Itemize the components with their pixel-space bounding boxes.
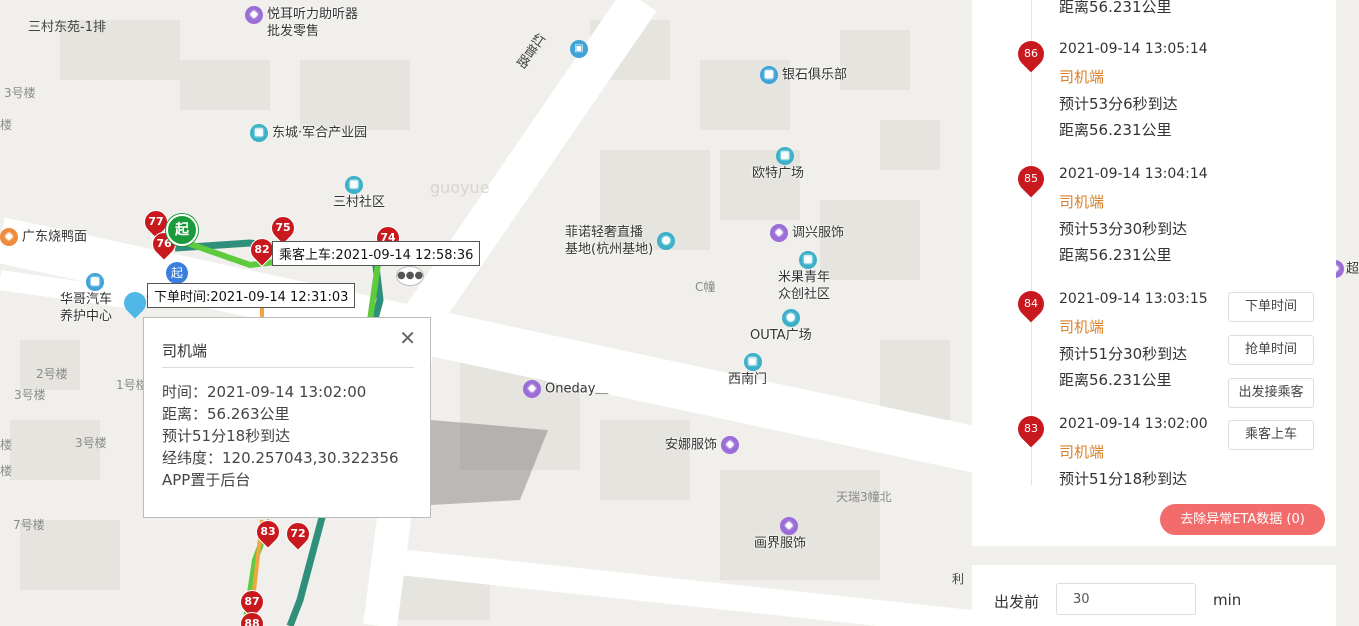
start-point-marker[interactable]: 起 xyxy=(166,262,188,284)
eta-marker: 83 xyxy=(1012,410,1050,448)
departure-setting-bar: 出发前 30 min xyxy=(972,565,1336,626)
building-label: 楼 xyxy=(0,464,13,478)
shop-icon: ◆ xyxy=(523,380,541,398)
poi-label[interactable]: 菲诺轻奢直播 基地(杭州基地)● xyxy=(565,224,676,258)
shop-icon: ◆ xyxy=(245,6,263,24)
popup-eta: 预计51分18秒到达 xyxy=(162,427,291,445)
building-label: C幢 xyxy=(695,280,716,294)
shop-icon: ◆ xyxy=(721,436,740,454)
entry-eta: 预计53分6秒到达 xyxy=(1059,95,1178,113)
building-label: 3号楼 xyxy=(14,388,46,402)
eta-marker: 84 xyxy=(1012,285,1050,323)
popup-coordinates: 经纬度：120.257043,30.322356 xyxy=(162,449,399,467)
bus-icon: ▣ xyxy=(570,40,588,58)
close-icon[interactable]: ✕ xyxy=(399,326,416,350)
entry-source: 司机端 xyxy=(1059,443,1105,461)
popup-distance: 距离：56.263公里 xyxy=(162,405,290,423)
building-label: 3号楼 xyxy=(4,86,36,100)
building-label: 楼 xyxy=(0,438,13,452)
start-marker[interactable]: 起 xyxy=(166,214,198,246)
poi-label[interactable]: ◆ 画界服饰 xyxy=(754,516,806,552)
poi-label[interactable]: ● OUTA广场 xyxy=(750,308,812,344)
eta-info-popup: 司机端 ✕ 时间：2021-09-14 13:02:00 距离：56.263公里… xyxy=(143,317,431,518)
poi-label[interactable]: ◆ 悦耳听力助听器 批发零售 xyxy=(245,6,358,40)
entry-time: 2021-09-14 13:05:14 xyxy=(1059,41,1208,57)
entry-distance: 距离56.231公里 xyxy=(1059,121,1172,139)
poi-label[interactable]: ▦ 东城·军合产业园 xyxy=(250,124,367,142)
order-time-button[interactable]: 下单时间 xyxy=(1228,292,1314,322)
building-label: 2号楼 xyxy=(36,367,68,381)
building-icon: ▦ xyxy=(345,176,363,194)
entry-source: 司机端 xyxy=(1059,68,1105,86)
departure-label: 出发前 xyxy=(994,593,1040,611)
building-icon: ▦ xyxy=(776,147,794,165)
entry-source: 司机端 xyxy=(1059,193,1105,211)
popup-divider xyxy=(162,367,414,368)
remove-abnormal-eta-button[interactable]: 去除异常ETA数据 (0) xyxy=(1160,504,1325,535)
poi-label[interactable]: ◆ 广东烧鸭面 xyxy=(0,228,87,246)
entry-distance: 距离56.231公里 xyxy=(1059,246,1172,264)
shop-icon: ◆ xyxy=(770,224,788,242)
unit-label: min xyxy=(1213,591,1242,609)
car-icon: ■ xyxy=(86,273,104,291)
building-label: 3号楼 xyxy=(75,436,107,450)
building-label: 三村东苑-1排 xyxy=(28,20,106,35)
entry-distance: 距离56.231公里 xyxy=(1059,0,1172,16)
poi-label[interactable]: ▣ 西南门 xyxy=(728,352,767,388)
poi-label[interactable]: ◆ Oneday＿ xyxy=(523,380,608,398)
gate-icon: ▣ xyxy=(743,353,762,371)
eta-timeline-panel[interactable]: 距离56.231公里 86 2021-09-14 13:05:14 司机端 预计… xyxy=(972,0,1336,546)
passenger-boarding-button[interactable]: 乘客上车 xyxy=(1228,420,1314,450)
poi-label[interactable]: 安娜服饰 ◆ xyxy=(665,436,740,454)
building-icon: ▦ xyxy=(799,251,817,269)
poi-label[interactable]: ■ 银石俱乐部 xyxy=(760,66,847,84)
building-label: 7号楼 xyxy=(13,518,45,532)
poi-label[interactable]: ■ 华哥汽车 养护中心 xyxy=(60,272,112,325)
traffic-light-icon: ●●● xyxy=(396,266,424,286)
timeline-entry[interactable]: 85 2021-09-14 13:04:14 司机端 预计53分30秒到达 距离… xyxy=(972,160,1336,286)
poi-label[interactable]: ◆ 调兴服饰 xyxy=(770,224,844,242)
location-icon: ● xyxy=(781,309,800,327)
building-label: 天瑞3幢北 xyxy=(836,490,892,504)
poi-label[interactable]: ▦ 欧特广场 xyxy=(752,146,804,182)
entry-source: 司机端 xyxy=(1059,318,1105,336)
poi-label[interactable]: ▦ 米果青年 众创社区 xyxy=(778,250,830,303)
timeline-entry[interactable]: 86 2021-09-14 13:05:14 司机端 预计53分6秒到达 距离5… xyxy=(972,35,1336,161)
entry-time: 2021-09-14 13:04:14 xyxy=(1059,166,1208,182)
entry-time: 2021-09-14 13:03:15 xyxy=(1059,291,1208,307)
popup-app-status: APP置于后台 xyxy=(162,471,251,489)
restaurant-icon: ◆ xyxy=(0,228,18,246)
building-label: 楼 xyxy=(0,118,13,132)
popup-title: 司机端 xyxy=(162,342,208,360)
entry-eta: 预计53分30秒到达 xyxy=(1059,220,1188,238)
watermark: guoyue xyxy=(430,178,490,197)
building-icon: ▦ xyxy=(250,124,268,142)
shop-icon: ◆ xyxy=(780,517,798,535)
pickup-time-tooltip: 乘客上车:2021-09-14 12:58:36 xyxy=(272,241,481,266)
entry-eta: 预计51分30秒到达 xyxy=(1059,345,1188,363)
entry-distance: 距离56.231公里 xyxy=(1059,371,1172,389)
order-time-tooltip: 下单时间:2021-09-14 12:31:03 xyxy=(147,283,356,308)
minutes-input[interactable]: 30 xyxy=(1056,583,1196,615)
grab-order-time-button[interactable]: 抢单时间 xyxy=(1228,335,1314,365)
depart-pickup-button[interactable]: 出发接乘客 xyxy=(1228,378,1314,408)
popup-time: 时间：2021-09-14 13:02:00 xyxy=(162,383,367,401)
building-label: 利 xyxy=(952,572,965,586)
entry-time: 2021-09-14 13:02:00 xyxy=(1059,416,1208,432)
poi-label[interactable]: ▦ 三村社区 xyxy=(333,176,385,211)
entry-eta: 预计51分18秒到达 xyxy=(1059,470,1188,488)
eta-marker: 85 xyxy=(1012,160,1050,198)
eta-marker: 86 xyxy=(1012,35,1050,73)
club-icon: ■ xyxy=(760,66,778,84)
location-icon: ● xyxy=(657,232,676,250)
